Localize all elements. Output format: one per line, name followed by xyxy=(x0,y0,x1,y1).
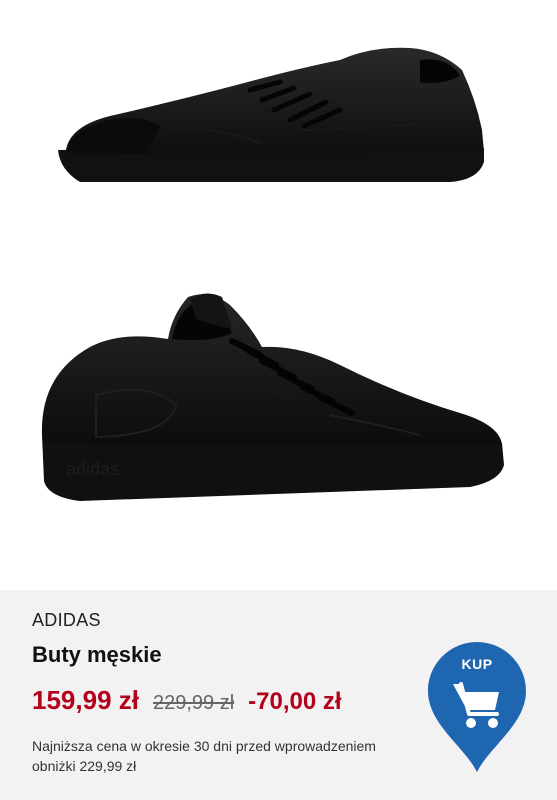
buy-button-label: KUP xyxy=(461,656,493,672)
old-price: 229,99 zł xyxy=(152,692,235,714)
svg-text:adidas: adidas xyxy=(66,459,119,479)
shoe-angled-view-image: adidas xyxy=(41,293,504,501)
cart-icon xyxy=(453,682,499,728)
lowest-price-note: Najniższa cena w okresie 30 dni przed wp… xyxy=(32,738,376,774)
discount-amount: -70,00 zł xyxy=(248,688,342,715)
current-price: 159,99 zł xyxy=(32,685,139,715)
price-row: 159,99 zł 229,99 zł -70,00 zł xyxy=(32,685,342,716)
product-card: adidas ADIDAS Buty męskie 159,99 zł 229,… xyxy=(0,0,557,800)
brand-name[interactable]: ADIDAS xyxy=(32,610,101,631)
shoe-side-view-image xyxy=(58,47,484,182)
product-title[interactable]: Buty męskie xyxy=(32,642,162,668)
product-image[interactable]: adidas xyxy=(0,0,557,590)
buy-button[interactable]: KUP xyxy=(426,640,528,774)
